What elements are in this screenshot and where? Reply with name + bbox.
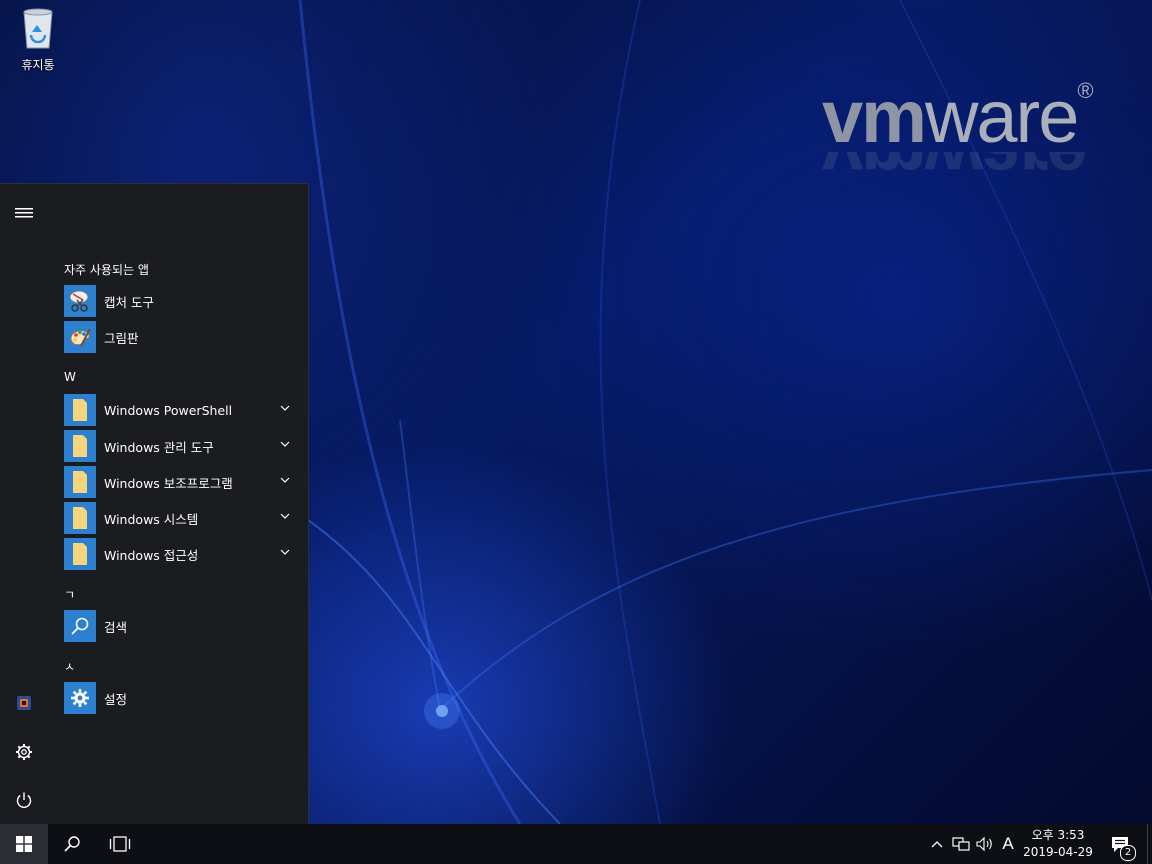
user-app-button[interactable] bbox=[0, 679, 48, 727]
section-header-frequent: 자주 사용되는 앱 bbox=[64, 263, 149, 277]
power-button[interactable] bbox=[0, 776, 48, 824]
app-label: 그림판 bbox=[104, 330, 139, 346]
chevron-down-icon[interactable] bbox=[280, 439, 290, 449]
app-label: 설정 bbox=[104, 691, 128, 707]
volume-icon bbox=[976, 836, 992, 852]
app-snipping-tool[interactable]: 캡처 도구 bbox=[64, 284, 296, 318]
folder-icon bbox=[64, 502, 96, 534]
folder-windows-powershell[interactable]: Windows PowerShell bbox=[64, 393, 296, 427]
folder-icon bbox=[64, 394, 96, 426]
volume-button[interactable] bbox=[974, 824, 996, 864]
folder-icon bbox=[64, 430, 96, 462]
folder-windows-accessories[interactable]: Windows 보조프로그램 bbox=[64, 465, 296, 499]
chevron-down-icon[interactable] bbox=[280, 547, 290, 557]
folder-windows-system[interactable]: Windows 시스템 bbox=[64, 501, 296, 535]
app-label: 캡처 도구 bbox=[104, 294, 154, 310]
app-label: Windows PowerShell bbox=[104, 402, 233, 418]
app-label: Windows 시스템 bbox=[104, 511, 199, 527]
app-paint[interactable]: 그림판 bbox=[64, 320, 296, 354]
ime-mode-indicator[interactable]: A bbox=[997, 824, 1019, 864]
app-search[interactable]: 검색 bbox=[64, 609, 296, 643]
folder-icon bbox=[64, 466, 96, 498]
section-header-giyeok: ㄱ bbox=[64, 588, 76, 602]
search-icon bbox=[64, 836, 80, 852]
show-hidden-icons-button[interactable] bbox=[926, 824, 948, 864]
network-button[interactable] bbox=[950, 824, 972, 864]
hamburger-icon bbox=[15, 208, 33, 218]
paint-icon bbox=[64, 321, 96, 353]
power-icon bbox=[16, 792, 32, 808]
section-header-siot: ㅅ bbox=[64, 660, 76, 674]
gear-icon bbox=[64, 682, 96, 714]
chevron-down-icon[interactable] bbox=[280, 403, 290, 413]
show-desktop-button[interactable] bbox=[1147, 824, 1152, 864]
chevron-down-icon[interactable] bbox=[280, 511, 290, 521]
recycle-bin[interactable]: 휴지통 bbox=[8, 6, 68, 73]
clock-date: 2019-04-29 bbox=[1023, 845, 1093, 859]
clock-time: 오후 3:53 bbox=[1031, 828, 1085, 842]
windows-start-icon bbox=[16, 836, 32, 852]
expand-menu-button[interactable] bbox=[0, 189, 48, 237]
notification-count-badge: 2 bbox=[1120, 845, 1136, 861]
task-view-icon bbox=[109, 836, 131, 852]
app-settings[interactable]: 설정 bbox=[64, 681, 296, 715]
recycle-bin-label: 휴지통 bbox=[21, 58, 55, 72]
start-rail bbox=[0, 184, 48, 825]
app-list: 자주 사용되는 앱 캡처 도구 그림판 W Windows PowerShell… bbox=[48, 184, 308, 825]
taskbar: A 오후 3:53 2019-04-29 bbox=[0, 824, 1152, 864]
search-icon bbox=[64, 610, 96, 642]
app-label: Windows 관리 도구 bbox=[104, 439, 214, 455]
start-menu: 자주 사용되는 앱 캡처 도구 그림판 W Windows PowerShell… bbox=[0, 183, 309, 825]
task-view-button[interactable] bbox=[96, 824, 144, 864]
start-button[interactable] bbox=[0, 824, 48, 864]
chevron-down-icon[interactable] bbox=[280, 475, 290, 485]
recycle-bin-icon bbox=[23, 8, 53, 49]
folder-windows-accessibility[interactable]: Windows 접근성 bbox=[64, 537, 296, 571]
section-header-w: W bbox=[64, 370, 76, 384]
snipping-tool-icon bbox=[64, 285, 96, 317]
folder-icon bbox=[64, 538, 96, 570]
chevron-up-icon bbox=[931, 841, 943, 848]
app-icon bbox=[17, 696, 31, 710]
vmware-logo-reflection: vmware bbox=[822, 152, 1086, 192]
app-label: Windows 접근성 bbox=[104, 547, 199, 563]
folder-windows-admin-tools[interactable]: Windows 관리 도구 bbox=[64, 429, 296, 463]
vmware-logo: vmware® bbox=[822, 75, 1094, 158]
app-label: Windows 보조프로그램 bbox=[104, 475, 233, 491]
network-icon bbox=[952, 837, 970, 851]
clock[interactable]: 오후 3:53 2019-04-29 bbox=[1018, 827, 1098, 861]
app-label: 검색 bbox=[104, 619, 128, 635]
gear-icon bbox=[16, 744, 32, 760]
settings-rail-button[interactable] bbox=[0, 728, 48, 776]
taskbar-search-button[interactable] bbox=[48, 824, 96, 864]
